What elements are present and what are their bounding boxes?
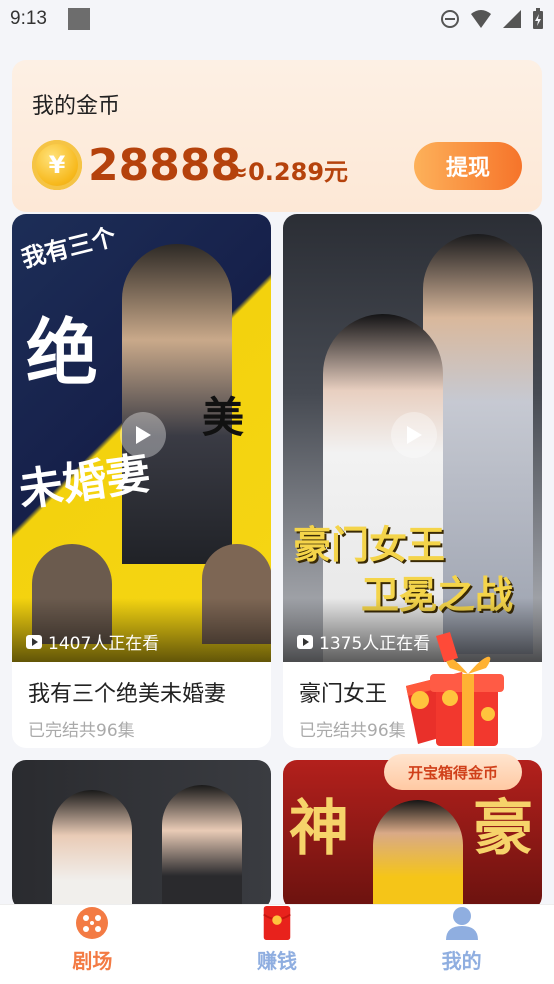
gift-box-icon <box>406 632 504 746</box>
play-button[interactable] <box>120 412 166 458</box>
notification-icon <box>68 8 90 30</box>
play-button[interactable] <box>391 412 437 458</box>
drama-card[interactable]: 我有三个 绝 美 未婚妻 1407人正在看 我有三个绝美未婚妻 已完结共96集 <box>12 214 271 748</box>
coin-approx-value: ≈0.289元 <box>228 158 349 186</box>
viewer-count: 1407人正在看 <box>26 629 159 654</box>
drama-title[interactable]: 豪门女王 <box>299 676 387 708</box>
drama-poster[interactable]: 豪门女王 卫冕之战 1375人正在看 <box>283 214 542 662</box>
coin-card: 我的金币 ¥ 28888 ≈0.289元 提现 <box>12 60 542 212</box>
nav-label: 我的 <box>441 949 482 973</box>
nav-item-mine[interactable]: 我的 <box>369 905 554 984</box>
status-bar: 9:13 <box>0 0 554 40</box>
battery-icon <box>533 8 543 29</box>
poster-title-text: 美 <box>202 393 245 442</box>
poster-title-text: 神 <box>289 794 349 864</box>
user-icon <box>445 907 478 940</box>
drama-title[interactable]: 我有三个绝美未婚妻 <box>28 676 226 708</box>
drama-poster[interactable] <box>12 760 271 910</box>
status-icons <box>440 8 544 30</box>
nav-item-earn[interactable]: 赚钱 <box>185 905 370 984</box>
poster-title-text: 豪门女王 <box>293 523 446 567</box>
drama-poster[interactable]: 我有三个 绝 美 未婚妻 1407人正在看 <box>12 214 271 662</box>
nav-item-theater[interactable]: 剧场 <box>0 905 185 984</box>
poster-figure <box>373 800 463 910</box>
tv-icon <box>26 634 42 649</box>
wifi-icon <box>471 10 491 28</box>
coin-card-title: 我的金币 <box>32 94 121 119</box>
nav-label: 剧场 <box>72 949 113 973</box>
poster-title-text: 我有三个 <box>18 222 119 274</box>
poster-title-text: 绝 <box>26 311 99 395</box>
film-reel-icon <box>76 907 109 939</box>
bottom-nav: 剧场 赚钱 我的 <box>0 904 554 984</box>
drama-card[interactable] <box>12 760 271 910</box>
tv-icon <box>297 634 313 649</box>
gold-coin-icon: ¥ <box>32 140 82 190</box>
red-envelope-icon <box>263 905 291 941</box>
withdraw-button[interactable]: 提现 <box>414 142 522 190</box>
viewer-count-text: 1407人正在看 <box>48 634 160 654</box>
play-icon <box>136 426 151 444</box>
do-not-disturb-icon <box>441 10 459 28</box>
poster-figure <box>162 785 242 910</box>
nav-label: 赚钱 <box>257 949 297 973</box>
treasure-box-label[interactable]: 开宝箱得金币 <box>384 754 522 790</box>
status-time: 9:13 <box>10 8 47 29</box>
play-icon <box>407 426 422 444</box>
drama-episode-info: 已完结共96集 <box>299 721 406 741</box>
drama-episode-info: 已完结共96集 <box>28 721 135 741</box>
treasure-box[interactable] <box>392 628 522 754</box>
signal-icon <box>503 10 521 28</box>
poster-figure <box>52 790 132 910</box>
poster-title-text: 豪 <box>473 794 533 864</box>
coin-amount: 28888 <box>88 140 242 191</box>
